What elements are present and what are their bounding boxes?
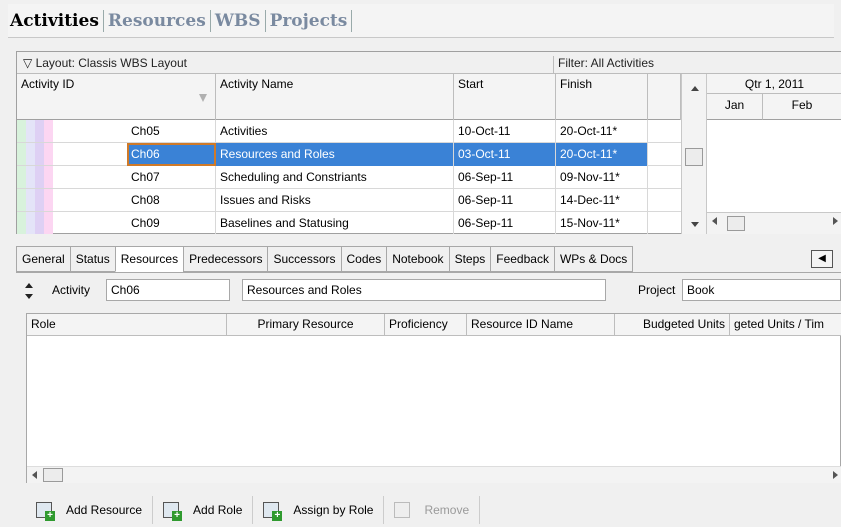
button-label: Add Role: [193, 503, 243, 517]
activity-id-cell: Ch09: [127, 212, 216, 234]
column-header-blank: [648, 74, 681, 120]
detail-panel: Activity Ch06 Resources and Roles Projec…: [16, 272, 841, 527]
tab-steps[interactable]: Steps: [448, 246, 491, 272]
start-cell: 10-Oct-11: [454, 120, 556, 143]
module-tabs: Activities Resources WBS Projects: [8, 4, 834, 38]
scroll-right-icon[interactable]: [833, 471, 838, 479]
scrollbar-thumb[interactable]: [685, 148, 703, 166]
finish-cell: 15-Nov-11*: [556, 212, 648, 234]
tab-predecessors[interactable]: Predecessors: [183, 246, 268, 272]
grid-horizontal-scrollbar[interactable]: [27, 466, 841, 483]
add-role-icon: +: [163, 502, 183, 521]
assignment-toolbar: + Add Resource + Add Role + Assign by Ro…: [26, 496, 481, 524]
column-header-role[interactable]: Role: [27, 314, 227, 336]
button-label: Assign by Role: [293, 503, 374, 517]
tab-status[interactable]: Status: [69, 246, 115, 272]
scroll-left-icon[interactable]: [32, 471, 37, 479]
tab-feedback[interactable]: Feedback: [490, 246, 554, 272]
assign-by-role-icon: +: [263, 502, 283, 521]
gantt-quarter-header: Qtr 1, 2011: [707, 74, 841, 94]
column-header-activity-id[interactable]: Activity ID: [17, 74, 216, 120]
activity-name-field[interactable]: Resources and Roles: [242, 279, 606, 301]
activity-id-cell: Ch07: [127, 166, 216, 189]
add-resource-button[interactable]: + Add Resource: [26, 496, 154, 524]
tab-projects[interactable]: Projects: [266, 9, 353, 32]
column-header-activity-name[interactable]: Activity Name: [216, 74, 454, 120]
tab-codes[interactable]: Codes: [340, 246, 387, 272]
finish-cell: 09-Nov-11*: [556, 166, 648, 189]
activity-name-cell: Issues and Risks: [216, 189, 454, 212]
scroll-right-icon[interactable]: [833, 217, 838, 225]
start-cell: 06-Sep-11: [454, 166, 556, 189]
scrollbar-thumb[interactable]: [43, 468, 63, 482]
scroll-down-icon[interactable]: [691, 222, 699, 227]
layout-selector[interactable]: ▽ Layout: Classis WBS Layout: [23, 56, 187, 70]
scrollbar-thumb[interactable]: [727, 216, 745, 231]
tab-notebook[interactable]: Notebook: [386, 246, 449, 272]
filter-label[interactable]: Filter: All Activities: [553, 56, 654, 74]
add-resource-icon: +: [36, 502, 55, 521]
tab-resources[interactable]: Resources: [104, 9, 211, 32]
vertical-scrollbar[interactable]: [681, 74, 707, 234]
finish-cell: 14-Dec-11*: [556, 189, 648, 212]
table-row-selected[interactable]: Ch06 Resources and Roles 03-Oct-11 20-Oc…: [17, 143, 681, 166]
scroll-up-icon[interactable]: [691, 86, 699, 91]
tab-wps-docs[interactable]: WPs & Docs: [553, 246, 634, 272]
scroll-left-icon[interactable]: [712, 217, 717, 225]
gantt-month-jan: Jan: [707, 94, 763, 120]
start-cell: 06-Sep-11: [454, 212, 556, 234]
remove-icon: [394, 502, 411, 518]
column-label: Activity ID: [21, 77, 75, 91]
tab-scroll-left-icon[interactable]: ◀: [811, 250, 833, 268]
chevron-down-icon: ▽: [23, 56, 36, 70]
activity-table: ▽ Layout: Classis WBS Layout Filter: All…: [16, 51, 841, 234]
activity-rows: Ch05 Activities 10-Oct-11 20-Oct-11* Ch0…: [17, 120, 681, 234]
button-label: Remove: [424, 503, 470, 517]
column-header-proficiency[interactable]: Proficiency: [385, 314, 467, 336]
table-row[interactable]: Ch05 Activities 10-Oct-11 20-Oct-11*: [17, 120, 681, 143]
table-row[interactable]: Ch09 Baselines and Statusing 06-Sep-11 1…: [17, 212, 681, 234]
column-header-resource-id-name[interactable]: Resource ID Name: [467, 314, 615, 336]
gantt-month-feb: Feb: [763, 94, 841, 120]
tab-resources-detail[interactable]: Resources: [114, 246, 184, 272]
detail-tabs: General Status Resources Predecessors Su…: [16, 246, 841, 272]
finish-cell: 20-Oct-11*: [556, 143, 648, 166]
layout-bar: ▽ Layout: Classis WBS Layout Filter: All…: [17, 52, 841, 74]
activity-name-cell: Activities: [216, 120, 454, 143]
resource-assignments-grid: Role Primary Resource Proficiency Resour…: [26, 313, 841, 483]
activity-label: Activity: [52, 283, 91, 297]
tab-wbs[interactable]: WBS: [211, 9, 266, 32]
table-row[interactable]: Ch07 Scheduling and Constriants 06-Sep-1…: [17, 166, 681, 189]
assign-by-role-button[interactable]: + Assign by Role: [253, 496, 385, 524]
project-label: Project: [638, 283, 676, 297]
column-header-budgeted-units-time[interactable]: geted Units / Tim: [730, 314, 841, 336]
sort-icon: [199, 94, 207, 102]
tab-activities[interactable]: Activities: [8, 9, 104, 32]
activity-name-cell: Baselines and Statusing: [216, 212, 454, 234]
gantt-horizontal-scrollbar[interactable]: [707, 212, 841, 234]
tab-successors[interactable]: Successors: [267, 246, 341, 272]
column-header-primary-resource[interactable]: Primary Resource: [227, 314, 385, 336]
activity-id-cell: Ch08: [127, 189, 216, 212]
gantt-chart: Qtr 1, 2011 Jan Feb: [707, 74, 841, 234]
activity-id-cell: Ch05: [127, 120, 216, 143]
table-row[interactable]: Ch08 Issues and Risks 06-Sep-11 14-Dec-1…: [17, 189, 681, 212]
activity-id-field[interactable]: Ch06: [106, 279, 230, 301]
column-header-start[interactable]: Start: [454, 74, 556, 120]
column-header-finish[interactable]: Finish: [556, 74, 648, 120]
layout-label: Layout: Classis WBS Layout: [35, 56, 187, 70]
activity-name-cell: Scheduling and Constriants: [216, 166, 454, 189]
project-field[interactable]: Book: [682, 279, 841, 301]
start-cell: 03-Oct-11: [454, 143, 556, 166]
finish-cell: 20-Oct-11*: [556, 120, 648, 143]
activity-id-cell: Ch06: [127, 143, 216, 166]
start-cell: 06-Sep-11: [454, 189, 556, 212]
remove-button[interactable]: Remove: [384, 496, 481, 524]
tab-general[interactable]: General: [16, 246, 70, 272]
add-role-button[interactable]: + Add Role: [153, 496, 254, 524]
activity-spinner-icon[interactable]: [20, 279, 38, 303]
button-label: Add Resource: [66, 503, 143, 517]
activity-name-cell: Resources and Roles: [216, 143, 454, 166]
column-header-budgeted-units[interactable]: Budgeted Units: [615, 314, 730, 336]
